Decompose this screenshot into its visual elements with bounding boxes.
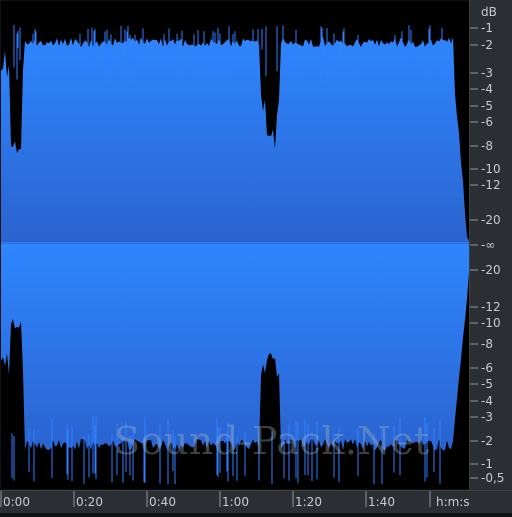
waveform-display[interactable] bbox=[1, 1, 469, 489]
db-label: -1 bbox=[481, 457, 493, 471]
waveform-bottom-envelope bbox=[1, 243, 469, 451]
db-label: -4 bbox=[481, 82, 493, 96]
db-label: -2 bbox=[481, 434, 493, 448]
waveform-svg bbox=[1, 25, 469, 485]
time-ruler-svg: 0:00 0:20 0:40 1:00 1:20 1:40 h:m:s bbox=[0, 491, 470, 509]
db-label: -20 bbox=[481, 263, 501, 277]
db-label: -20 bbox=[481, 213, 501, 227]
time-label: 0:20 bbox=[76, 495, 103, 509]
db-label: -12 bbox=[481, 300, 501, 314]
time-label: 1:20 bbox=[295, 495, 322, 509]
db-label: -4 bbox=[481, 394, 493, 408]
db-label: -8 bbox=[481, 337, 493, 351]
db-label: -3 bbox=[481, 66, 493, 80]
time-label: 1:40 bbox=[368, 495, 395, 509]
time-label: 0:40 bbox=[149, 495, 176, 509]
db-label: -10 bbox=[481, 162, 501, 176]
db-label: -3 bbox=[481, 410, 493, 424]
db-label: -10 bbox=[481, 316, 501, 330]
db-label: -12 bbox=[481, 178, 501, 192]
waveform-top-envelope bbox=[1, 37, 469, 243]
waveform-center-fill bbox=[1, 242, 469, 244]
db-label: -5 bbox=[481, 99, 493, 113]
time-unit-label: h:m:s bbox=[436, 495, 470, 509]
db-label: -5 bbox=[481, 377, 493, 391]
time-ruler[interactable]: 0:00 0:20 0:40 1:00 1:20 1:40 h:m:s bbox=[0, 490, 512, 513]
db-label: -2 bbox=[481, 38, 493, 52]
time-label: 1:00 bbox=[222, 495, 249, 509]
time-label: 0:00 bbox=[3, 495, 30, 509]
db-label: -8 bbox=[481, 139, 493, 153]
waveform-editor: dB -1 -2 -3 -4 -5 -6 -8 -10 -12 -20 -∞ -… bbox=[0, 0, 512, 513]
amplitude-scale: dB -1 -2 -3 -4 -5 -6 -8 -10 -12 -20 -∞ -… bbox=[469, 0, 512, 490]
db-label: -1 bbox=[481, 21, 493, 35]
db-label: -0,5 bbox=[481, 471, 504, 485]
amplitude-scale-svg: dB -1 -2 -3 -4 -5 -6 -8 -10 -12 -20 -∞ -… bbox=[470, 5, 504, 485]
db-unit-label: dB bbox=[481, 5, 497, 19]
db-label: -6 bbox=[481, 115, 493, 129]
db-label-infinity: -∞ bbox=[481, 238, 495, 252]
db-label: -6 bbox=[481, 361, 493, 375]
